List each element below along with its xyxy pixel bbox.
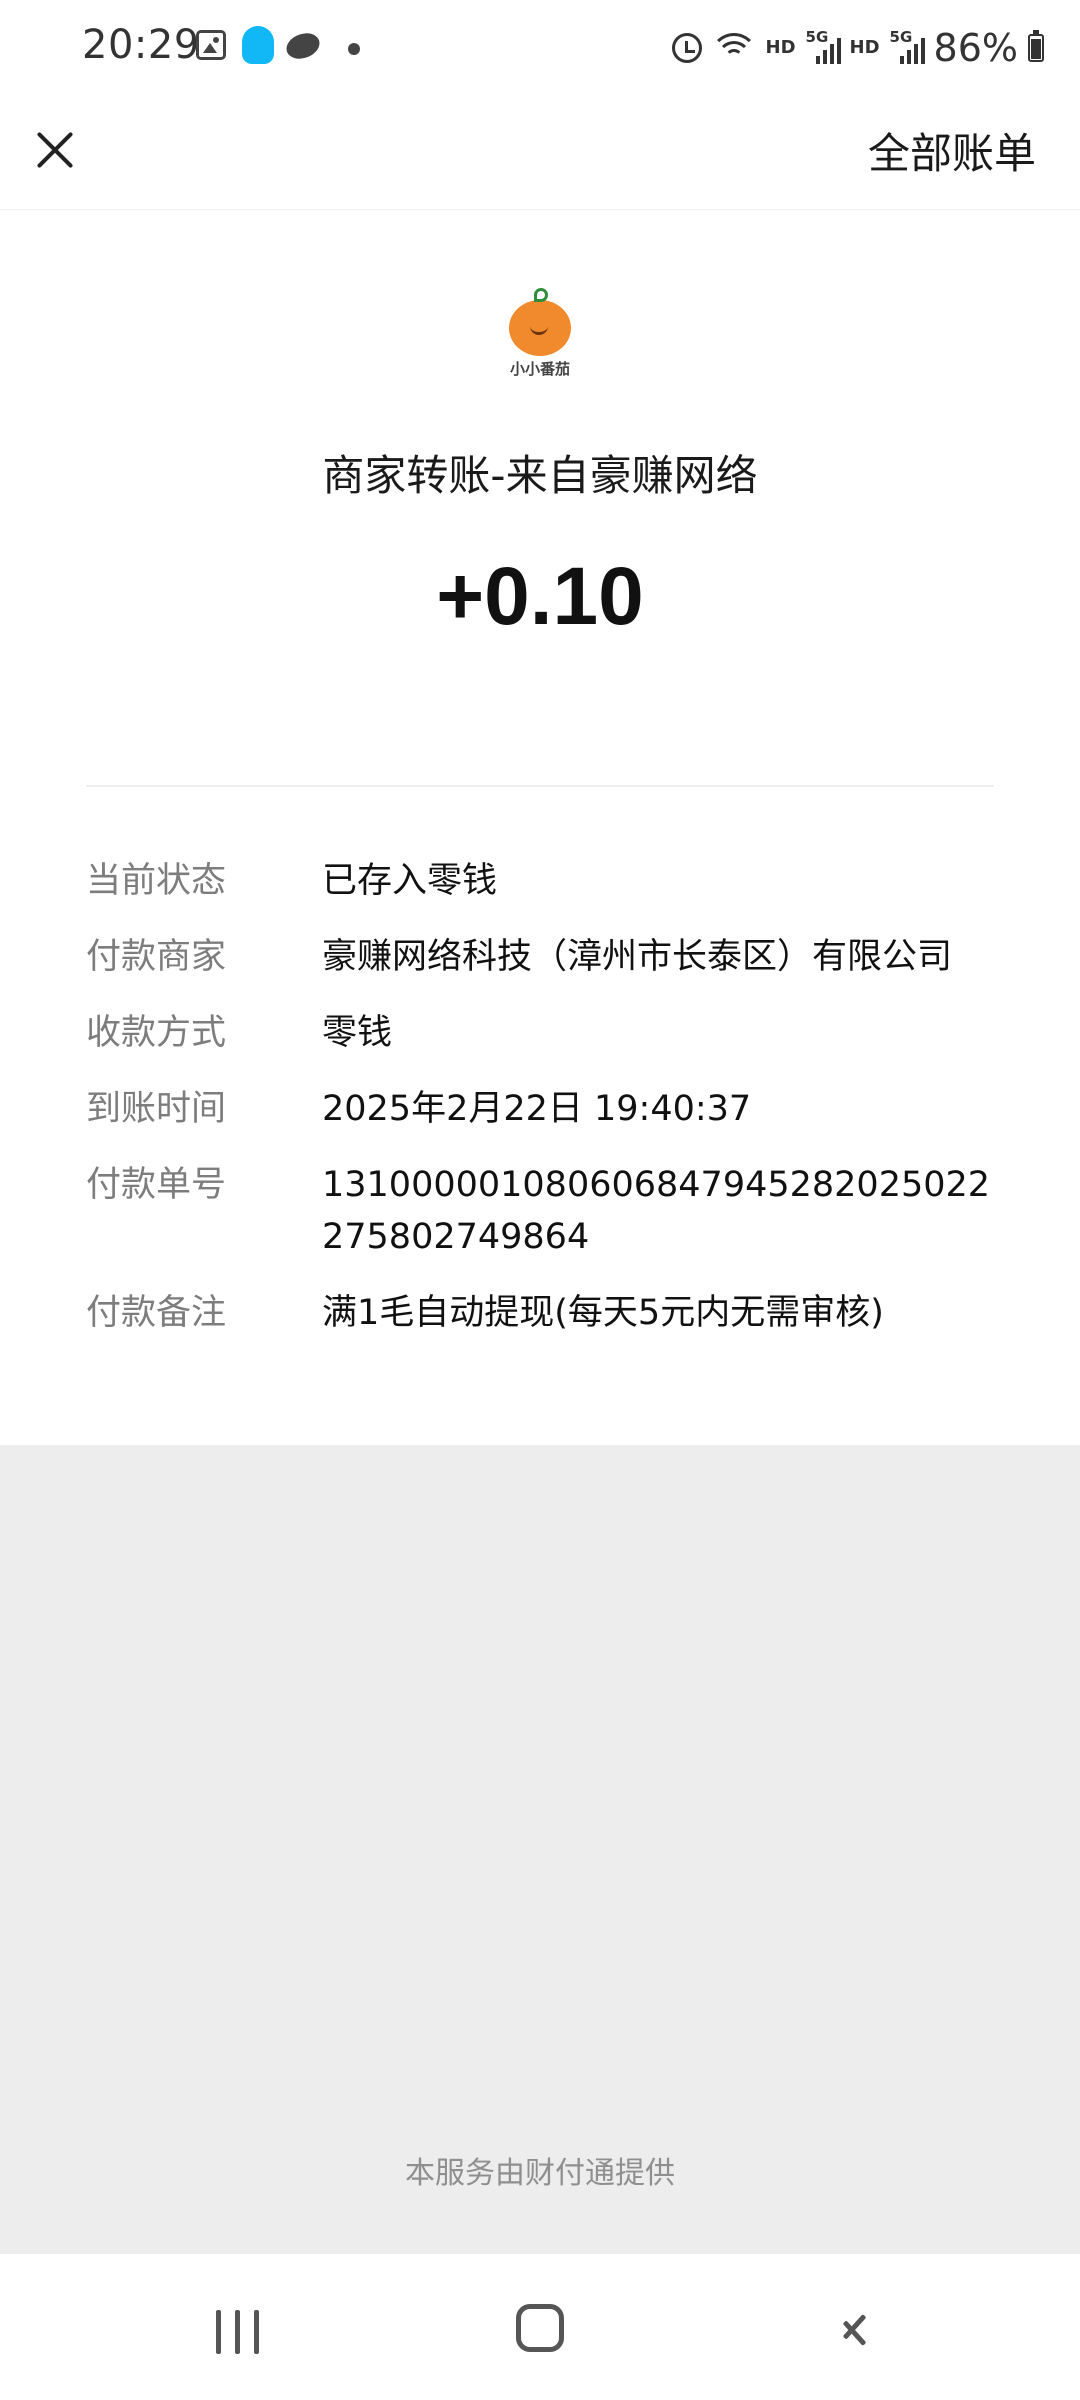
notification-dot-icon (348, 43, 360, 55)
detail-row-order-number: 付款单号 13100000108060684794528202502227580… (86, 1159, 1006, 1263)
transfer-detail-card: 小小番茄 商家转账-来自豪赚网络 +0.10 当前状态 已存入零钱 付款商家 豪… (0, 210, 1080, 1445)
order-number-value[interactable]: 1310000010806068479452820250222758027498… (322, 1159, 1006, 1263)
merchant-logo: 小小番茄 (496, 282, 584, 382)
signal-icon-1: 5G (805, 28, 841, 66)
all-bills-button[interactable]: 全部账单 (868, 120, 1036, 181)
hd-label-1: HD (765, 37, 796, 58)
close-icon[interactable] (26, 120, 84, 178)
detail-label: 当前状态 (86, 861, 227, 901)
status-bar: 20:29 HD 5G HD 5G 86% (0, 0, 1080, 100)
battery-percent: 86% (933, 26, 1018, 70)
detail-value: 豪赚网络科技（漳州市长泰区）有限公司 (322, 937, 953, 977)
status-time: 20:29 (82, 22, 200, 68)
detail-label: 收款方式 (86, 1013, 227, 1053)
logo-text: 小小番茄 (509, 360, 570, 378)
gallery-icon (196, 30, 226, 60)
recents-icon[interactable] (216, 2310, 262, 2354)
alarm-icon (671, 33, 702, 63)
detail-label: 付款单号 (86, 1165, 227, 1205)
leaf-icon (534, 288, 548, 302)
divider (86, 785, 994, 787)
battery-icon (1028, 30, 1044, 62)
detail-list: 当前状态 已存入零钱 付款商家 豪赚网络科技（漳州市长泰区）有限公司 收款方式 … (86, 855, 1006, 1363)
system-navigation-bar (0, 2254, 1080, 2400)
detail-value: 满1毛自动提现(每天5元内无需审核) (322, 1293, 884, 1333)
back-icon[interactable] (830, 2306, 874, 2354)
signal-5g-label-1: 5G (805, 28, 829, 46)
detail-label: 付款备注 (86, 1293, 227, 1333)
detail-row-time: 到账时间 2025年2月22日 19:40:37 (86, 1083, 1006, 1135)
detail-row-remark: 付款备注 满1毛自动提现(每天5元内无需审核) (86, 1287, 1006, 1339)
detail-label: 到账时间 (86, 1089, 227, 1129)
home-icon[interactable] (516, 2304, 564, 2352)
detail-row-method: 收款方式 零钱 (86, 1007, 1006, 1059)
hd-label-2: HD (849, 37, 880, 58)
qq-icon (242, 26, 274, 64)
detail-value: 2025年2月22日 19:40:37 (322, 1089, 752, 1129)
planet-icon (282, 28, 324, 64)
status-right-group: HD 5G HD 5G 86% (671, 26, 1044, 70)
transfer-amount: +0.10 (436, 551, 644, 642)
signal-5g-label-2: 5G (889, 28, 913, 46)
merchant-title: 商家转账-来自豪赚网络 (322, 451, 758, 500)
bill-detail-screen: 20:29 HD 5G HD 5G 86% 全部账单 小小番茄 商家转账-来自豪… (0, 0, 1080, 2400)
detail-row-merchant: 付款商家 豪赚网络科技（漳州市长泰区）有限公司 (86, 931, 1006, 983)
title-bar: 全部账单 (0, 100, 1080, 210)
detail-label: 付款商家 (86, 937, 227, 977)
detail-row-status: 当前状态 已存入零钱 (86, 855, 1006, 907)
detail-value: 零钱 (322, 1013, 393, 1053)
signal-icon-2: 5G (889, 28, 925, 66)
service-provider-text: 本服务由财付通提供 (405, 2156, 675, 2191)
wifi-icon (711, 31, 756, 65)
detail-value: 已存入零钱 (322, 861, 498, 901)
